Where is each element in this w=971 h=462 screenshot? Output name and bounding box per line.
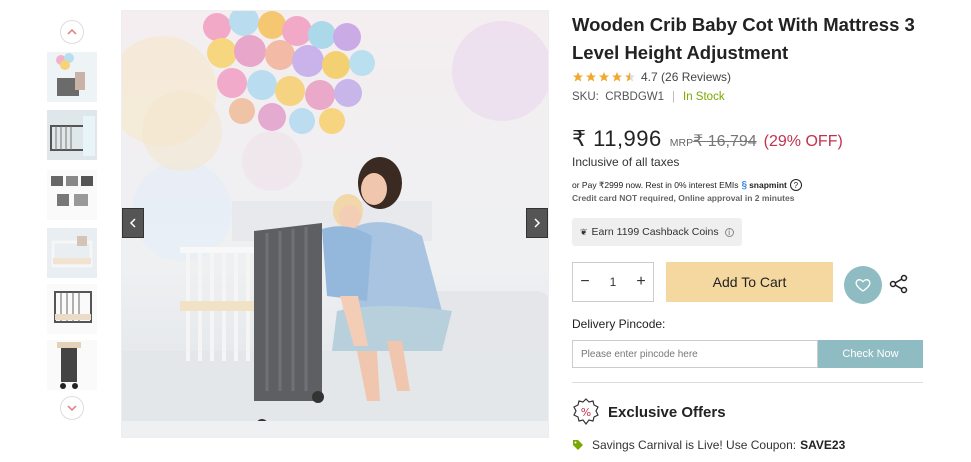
review-count-link[interactable]: (26 Reviews) [661,70,731,84]
thumbnail-scroll-up-button[interactable] [60,20,84,44]
tax-note: Inclusive of all taxes [572,155,680,169]
emi-subtext: Credit card NOT required, Online approva… [572,193,795,203]
mrp-label: MRP [669,137,694,149]
pincode-input[interactable] [572,340,818,368]
half-star-icon [625,72,635,82]
tag-icon [573,440,583,450]
stock-status: In Stock [683,91,725,103]
main-product-image[interactable] [121,10,549,438]
add-to-cart-button[interactable]: Add To Cart [666,262,833,302]
quantity-stepper: − + [572,262,654,302]
check-now-button[interactable]: Check Now [818,340,923,368]
emi-text: or Pay ₹2999 now. Rest in 0% interest EM… [572,179,739,190]
product-title: Wooden Crib Baby Cot With Mattress 3 Lev… [572,14,915,63]
thumbnail-4[interactable] [47,228,97,278]
coin-icon: ❦ [580,226,588,237]
percent-badge-icon: % [573,398,599,425]
snapmint-logo-icon: § [741,179,748,191]
mrp-price: ₹ 16,794 [693,133,757,150]
chevron-down-icon [67,405,77,412]
svg-text:%: % [581,406,591,419]
coupon-offer: Savings Carnival is Live! Use Coupon: SA… [572,438,845,452]
sku-label: SKU: [572,91,599,103]
sale-price: ₹ 11,996 [572,126,662,151]
thumbnail-1[interactable] [47,52,97,102]
rating-value: 4.7 [641,70,658,84]
question-icon[interactable]: ? [789,179,802,191]
coupon-text: Savings Carnival is Live! Use Coupon: [592,438,797,452]
cashback-coins-badge[interactable]: ❦ Earn 1199 Cashback Coins i [572,218,742,246]
cashback-text: Earn 1199 Cashback Coins [591,226,719,238]
chevron-up-icon [67,28,77,35]
star-icon [586,72,596,82]
wishlist-button[interactable] [844,266,882,304]
chevron-right-icon [534,218,541,228]
thumbnail-3[interactable] [47,170,97,220]
thumbnail-strip [44,18,100,428]
sku-value: CRBDGW1 [605,91,665,103]
thumbnail-2[interactable] [47,110,97,160]
price-row: ₹ 11,996 MRP ₹ 16,794 (29% OFF) [572,126,843,152]
star-icon [599,72,609,82]
exclusive-offers-header: % Exclusive Offers [572,398,726,426]
sku-row: SKU: CRBDGW1 | In Stock [572,91,725,103]
chevron-left-icon [129,218,136,228]
increase-quantity-button[interactable]: + [629,263,653,301]
previous-image-button[interactable] [122,208,144,238]
thumbnail-scroll-down-button[interactable] [60,396,84,420]
star-icon [612,72,622,82]
quantity-input[interactable] [597,275,629,289]
share-icon [889,274,908,294]
coupon-code[interactable]: SAVE23 [800,438,845,452]
thumbnail-5[interactable] [47,284,97,334]
discount-badge: (29% OFF) [763,133,843,150]
decrease-quantity-button[interactable]: − [573,263,597,301]
star-rating [572,71,637,83]
section-divider [572,382,923,383]
offers-title: Exclusive Offers [608,403,726,421]
divider: | [672,91,676,103]
delivery-pincode-label: Delivery Pincode: [572,317,666,331]
rating-row: 4.7 (26 Reviews) [572,70,731,84]
emi-offer: or Pay ₹2999 now. Rest in 0% interest EM… [572,179,802,191]
snapmint-brand[interactable]: § snapmint [742,180,787,191]
next-image-button[interactable] [526,208,548,238]
heart-icon [855,278,871,292]
info-icon[interactable]: i [724,227,734,237]
snapmint-label: snapmint [749,180,787,190]
star-icon [573,72,583,82]
share-button[interactable] [889,274,909,294]
thumbnail-6[interactable] [47,340,97,390]
